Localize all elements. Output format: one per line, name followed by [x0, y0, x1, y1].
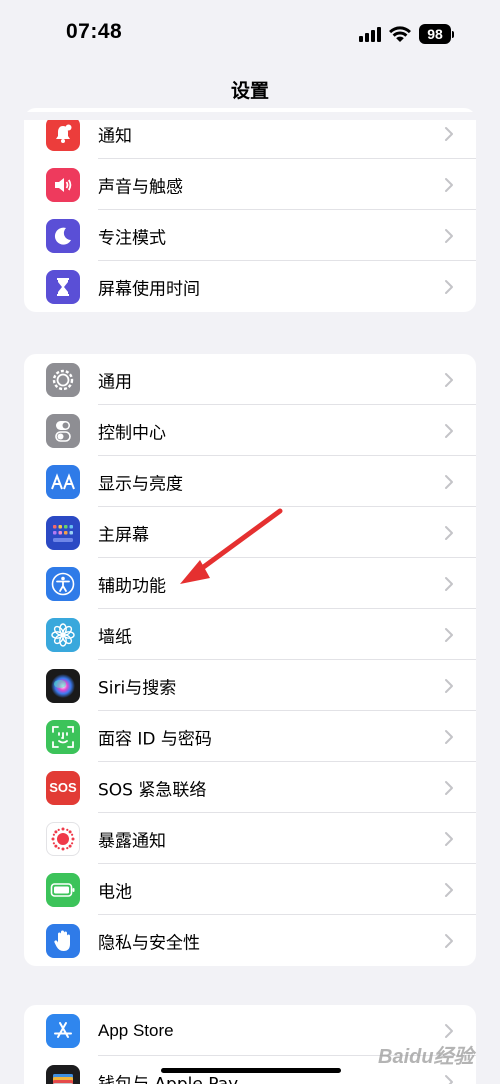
- settings-row-exposure[interactable]: 暴露通知: [24, 813, 476, 864]
- settings-row-battery[interactable]: 电池: [24, 864, 476, 915]
- settings-group-1: 通知 声音与触感 专注模式 屏幕使用时间: [24, 108, 476, 312]
- hand-icon: [46, 923, 80, 958]
- sos-icon-text: SOS: [49, 780, 77, 795]
- gear-icon: [46, 362, 80, 397]
- scroll-edge: [24, 112, 476, 120]
- chevron-right-icon: [445, 576, 453, 591]
- settings-row-label: 主屏幕: [98, 525, 149, 545]
- text-size-icon: [46, 464, 80, 499]
- settings-row-label: 通知: [98, 126, 132, 146]
- settings-row-wallpaper[interactable]: 墙纸: [24, 609, 476, 660]
- chevron-right-icon: [445, 1023, 453, 1038]
- settings-row-screen-time[interactable]: 屏幕使用时间: [24, 261, 476, 312]
- chevron-right-icon: [445, 1074, 453, 1084]
- chevron-right-icon: [445, 627, 453, 642]
- settings-row-accessibility[interactable]: 辅助功能: [24, 558, 476, 609]
- settings-row-label: 专注模式: [98, 228, 166, 248]
- settings-row-label: 控制中心: [98, 423, 166, 443]
- settings-row-control-center[interactable]: 控制中心: [24, 405, 476, 456]
- chevron-right-icon: [445, 831, 453, 846]
- chevron-right-icon: [445, 126, 453, 141]
- settings-row-label: 暴露通知: [98, 831, 166, 851]
- settings-row-label: SOS 紧急联络: [98, 780, 207, 800]
- settings-row-general[interactable]: 通用: [24, 354, 476, 405]
- sos-icon: SOS: [46, 770, 80, 805]
- cellular-signal-icon: [359, 26, 381, 42]
- chevron-right-icon: [445, 729, 453, 744]
- wifi-icon: [389, 26, 411, 42]
- settings-row-label: 屏幕使用时间: [98, 279, 200, 299]
- settings-row-label: App Store: [98, 1020, 174, 1040]
- page-title: 设置: [230, 80, 269, 102]
- chevron-right-icon: [445, 678, 453, 693]
- settings-row-focus[interactable]: 专注模式: [24, 210, 476, 261]
- settings-row-sounds[interactable]: 声音与触感: [24, 159, 476, 210]
- chevron-right-icon: [445, 372, 453, 387]
- chevron-right-icon: [445, 279, 453, 294]
- chevron-right-icon: [445, 933, 453, 948]
- settings-row-label: 声音与触感: [98, 177, 183, 197]
- chevron-right-icon: [445, 474, 453, 489]
- bell-badge-icon: [46, 116, 80, 151]
- settings-row-label: 辅助功能: [98, 576, 166, 596]
- settings-row-emergency-sos[interactable]: SOS SOS 紧急联络: [24, 762, 476, 813]
- home-indicator[interactable]: [161, 1068, 341, 1073]
- battery-level: 98: [419, 24, 451, 44]
- settings-row-label: 电池: [98, 882, 132, 902]
- settings-row-face-id[interactable]: 面容 ID 与密码: [24, 711, 476, 762]
- chevron-right-icon: [445, 177, 453, 192]
- home-grid-icon: [46, 515, 80, 550]
- wallet-icon: [46, 1064, 80, 1084]
- exposure-icon: [46, 821, 80, 856]
- settings-row-label: 墙纸: [98, 627, 132, 647]
- flower-icon: [46, 617, 80, 652]
- app-store-icon: [46, 1013, 80, 1048]
- settings-row-siri[interactable]: Siri与搜索: [24, 660, 476, 711]
- chevron-right-icon: [445, 228, 453, 243]
- moon-icon: [46, 218, 80, 253]
- settings-row-label: 面容 ID 与密码: [98, 729, 212, 749]
- status-icons: 98: [359, 23, 454, 45]
- settings-row-privacy[interactable]: 隐私与安全性: [24, 915, 476, 966]
- settings-row-label: Siri与搜索: [98, 678, 177, 698]
- settings-row-display[interactable]: 显示与亮度: [24, 456, 476, 507]
- speaker-icon: [46, 167, 80, 202]
- siri-icon: [46, 668, 80, 703]
- settings-row-home-screen[interactable]: 主屏幕: [24, 507, 476, 558]
- battery-icon: [46, 872, 80, 907]
- settings-row-label: 隐私与安全性: [98, 933, 200, 953]
- chevron-right-icon: [445, 423, 453, 438]
- chevron-right-icon: [445, 780, 453, 795]
- watermark: Baidu经验: [378, 1046, 474, 1068]
- settings-row-label: 通用: [98, 372, 132, 392]
- hourglass-icon: [46, 269, 80, 304]
- status-bar: 07:48 98: [0, 0, 500, 68]
- chevron-right-icon: [445, 525, 453, 540]
- chevron-right-icon: [445, 882, 453, 897]
- face-id-icon: [46, 719, 80, 754]
- accessibility-icon: [46, 566, 80, 601]
- battery-cap: [452, 30, 454, 38]
- status-time: 07:48: [66, 20, 123, 43]
- settings-row-label: 显示与亮度: [98, 474, 183, 494]
- settings-group-2: 通用 控制中心 显示与亮度 主屏幕 辅助功能 墙纸 Siri与搜索 面容 ID …: [24, 354, 476, 966]
- toggles-icon: [46, 413, 80, 448]
